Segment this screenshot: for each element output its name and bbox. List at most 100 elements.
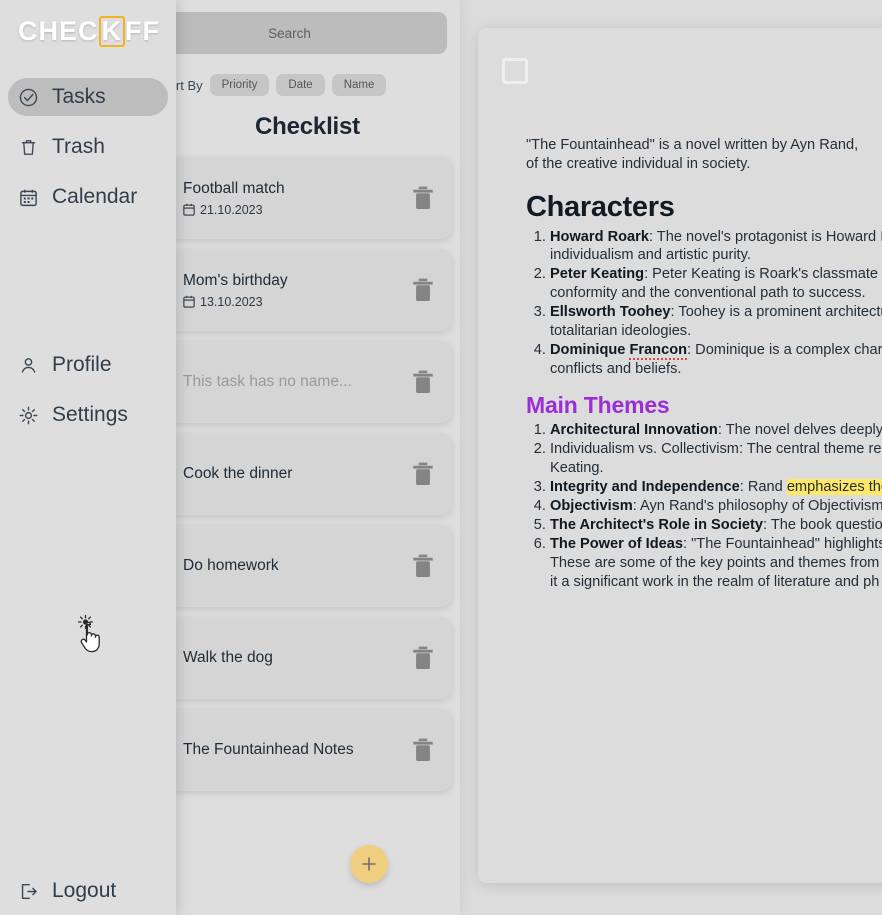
- delete-task-icon[interactable]: [410, 553, 436, 579]
- task-card[interactable]: Do homework: [163, 525, 452, 607]
- theme-desc: : Rand: [739, 479, 787, 496]
- themes-list: Architectural Innovation: The novel delv…: [550, 421, 882, 554]
- search-bar[interactable]: [132, 12, 447, 54]
- calendar-small-icon: [183, 203, 195, 216]
- task-main: Mom's birthday 13.10.2023: [179, 272, 410, 309]
- character-desc-cont: conformity and the conventional path to …: [550, 285, 866, 302]
- characters-list: Howard Roark: The novel's protagonist is…: [550, 228, 882, 380]
- task-name: Mom's birthday: [183, 271, 288, 289]
- check-circle-icon: [19, 88, 38, 106]
- calendar-small-icon: [183, 295, 195, 308]
- theme-desc: : The book question: [762, 517, 882, 534]
- character-desc-cont: totalitarian ideologies.: [550, 323, 692, 340]
- sidebar-item-label: Tasks: [52, 85, 106, 108]
- task-date-text: 13.10.2023: [200, 294, 263, 309]
- theme-item: Architectural Innovation: The novel delv…: [550, 421, 882, 440]
- character-desc-cont: individualism and artistic purity.: [550, 247, 751, 264]
- character-item: Peter Keating: Peter Keating is Roark's …: [550, 265, 882, 303]
- note-heading-characters: Characters: [526, 190, 675, 223]
- theme-desc: : The novel delves deeply i: [717, 422, 882, 439]
- theme-desc: : "The Fountainhead" highlights: [683, 536, 882, 553]
- task-name: This task has no name...: [183, 373, 352, 390]
- note-intro-line-2: of the creative individual in society.: [526, 156, 751, 173]
- task-main: Do homework: [179, 557, 410, 575]
- theme-term: The Architect's Role in Society: [550, 517, 763, 534]
- sort-chip-priority[interactable]: Priority: [209, 74, 270, 96]
- task-name: Do homework: [183, 557, 279, 574]
- theme-item: Objectivism: Ayn Rand's philosophy of Ob…: [550, 497, 882, 516]
- logo-post: FF: [125, 16, 161, 46]
- task-main: Cook the dinner: [179, 465, 410, 483]
- theme-item: The Architect's Role in Society: The boo…: [550, 516, 882, 535]
- character-desc: : Peter Keating is Roark's classmate a: [644, 266, 882, 283]
- task-list: Football match 21.10.2023 Mom's birthday…: [155, 157, 460, 801]
- task-card[interactable]: Walk the dog: [163, 617, 452, 699]
- sort-chip-date[interactable]: Date: [276, 74, 325, 96]
- plus-icon: [362, 857, 376, 871]
- task-card[interactable]: Cook the dinner: [163, 433, 452, 515]
- delete-task-icon[interactable]: [410, 461, 436, 487]
- logout-button[interactable]: Logout: [8, 872, 168, 910]
- task-card[interactable]: The Fountainhead Notes: [163, 709, 452, 791]
- delete-task-icon[interactable]: [410, 185, 436, 211]
- theme-desc-cont: Keating.: [550, 460, 604, 477]
- theme-term: The Power of Ideas: [550, 536, 683, 553]
- delete-task-icon[interactable]: [410, 277, 436, 303]
- logo-k-badge: K: [98, 16, 126, 47]
- user-icon: [21, 357, 36, 373]
- sidebar-item-label: Settings: [52, 403, 128, 426]
- delete-task-icon[interactable]: [410, 737, 436, 763]
- theme-item: Integrity and Independence: Rand emphasi…: [550, 478, 882, 497]
- sidebar-item-label: Trash: [52, 135, 105, 158]
- character-item: Dominique Francon: Dominique is a comple…: [550, 341, 882, 379]
- note-content[interactable]: "The Fountainhead" is a novel written by…: [526, 136, 882, 592]
- add-task-button[interactable]: [350, 845, 388, 883]
- sidebar-item-trash[interactable]: Trash: [8, 128, 168, 166]
- task-name: The Fountainhead Notes: [183, 741, 354, 758]
- task-date-text: 21.10.2023: [200, 202, 263, 217]
- page-title: Checklist: [255, 113, 360, 140]
- theme-desc: Individualism vs. Collectivism: The cent…: [550, 441, 882, 458]
- logout-icon: [21, 883, 37, 899]
- sort-chip-name[interactable]: Name: [331, 74, 387, 96]
- task-main: This task has no name...: [179, 373, 410, 391]
- note-intro-line-1: "The Fountainhead" is a novel written by…: [526, 137, 859, 153]
- task-card[interactable]: Football match 21.10.2023: [163, 157, 452, 239]
- task-date: 21.10.2023: [183, 203, 410, 217]
- app-logo: CHEC K FF: [18, 16, 160, 47]
- character-desc: : Dominique is a complex chara: [687, 342, 882, 359]
- character-item: Howard Roark: The novel's protagonist is…: [550, 228, 882, 266]
- delete-task-icon[interactable]: [410, 369, 436, 395]
- note-editor-panel: "The Fountainhead" is a novel written by…: [478, 28, 882, 883]
- task-card[interactable]: This task has no name...: [163, 341, 452, 423]
- sort-row: Sort By Priority Date Name: [160, 72, 460, 98]
- sidebar-item-profile[interactable]: Profile: [8, 346, 168, 384]
- character-item: Ellsworth Toohey: Toohey is a prominent …: [550, 303, 882, 341]
- theme-item: Individualism vs. Collectivism: The cent…: [550, 440, 882, 478]
- theme-desc: : Ayn Rand's philosophy of Objectivism: [632, 498, 882, 515]
- trash-icon: [21, 139, 36, 155]
- character-term: Howard Roark: [550, 228, 649, 245]
- gear-icon: [19, 406, 38, 424]
- theme-term: Architectural Innovation: [550, 422, 718, 439]
- checklist-panel: Sort By Priority Date Name Checklist Foo…: [132, 0, 460, 915]
- theme-item: The Power of Ideas: "The Fountainhead" h…: [550, 535, 882, 554]
- sidebar-item-settings[interactable]: Settings: [8, 396, 168, 434]
- sidebar-item-tasks[interactable]: Tasks: [8, 78, 168, 116]
- task-card[interactable]: Mom's birthday 13.10.2023: [163, 249, 452, 331]
- calendar-icon: [20, 189, 37, 206]
- task-name: Cook the dinner: [183, 465, 293, 482]
- note-complete-checkbox[interactable]: [502, 58, 528, 84]
- sidebar-item-label: Profile: [52, 353, 112, 376]
- task-date: 13.10.2023: [183, 295, 410, 309]
- character-desc: : The novel's protagonist is Howard I: [648, 228, 882, 245]
- sidebar-item-calendar[interactable]: Calendar: [8, 178, 168, 216]
- pointer-cursor-icon: [77, 614, 100, 653]
- sidebar-item-label: Calendar: [52, 185, 138, 208]
- search-input[interactable]: [132, 12, 447, 54]
- logout-label: Logout: [52, 879, 117, 902]
- character-desc-cont: conflicts and beliefs.: [550, 361, 682, 378]
- task-name: Walk the dog: [183, 649, 273, 666]
- task-main: The Fountainhead Notes: [179, 741, 410, 759]
- delete-task-icon[interactable]: [410, 645, 436, 671]
